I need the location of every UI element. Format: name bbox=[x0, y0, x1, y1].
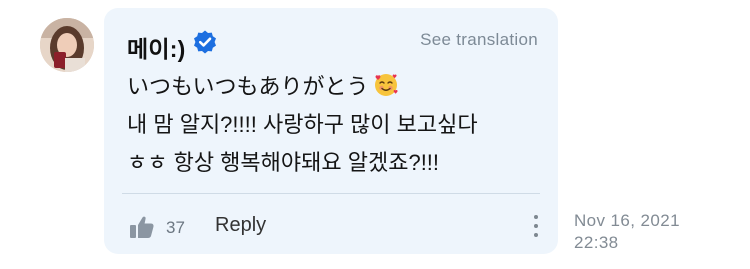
thumbs-up-icon[interactable] bbox=[128, 213, 156, 241]
more-options-icon[interactable] bbox=[530, 212, 542, 242]
comment-line-1: いつもいつもありがとう bbox=[127, 68, 547, 106]
comment-body: いつもいつもありがとう 내 맘 알지?!!!! 사랑하구 많이 보고싶다 ㅎㅎ … bbox=[127, 68, 547, 182]
avatar[interactable] bbox=[40, 18, 94, 72]
see-translation-link[interactable]: See translation bbox=[420, 30, 538, 50]
comment-divider bbox=[122, 193, 540, 194]
comment-line-2: 내 맘 알지?!!!! 사랑하구 많이 보고싶다 bbox=[127, 112, 478, 137]
smiling-face-with-hearts-icon bbox=[374, 74, 398, 96]
comment-timestamp: Nov 16, 2021 22:38 bbox=[574, 210, 680, 254]
comment-line-3: ㅎㅎ 항상 행복해야돼요 알겠죠?!!! bbox=[127, 150, 440, 175]
reply-button[interactable]: Reply bbox=[215, 214, 266, 237]
comment-line-1-text: いつもいつもありがとう bbox=[127, 74, 369, 99]
timestamp-time: 22:38 bbox=[574, 233, 619, 252]
verified-check-icon bbox=[194, 30, 216, 54]
comment-bubble: 메이:) See translation いつもいつもありがとう 내 맘 알지?… bbox=[104, 8, 558, 254]
timestamp-date: Nov 16, 2021 bbox=[574, 211, 680, 230]
comment-author[interactable]: 메이:) bbox=[127, 30, 185, 64]
like-count: 37 bbox=[166, 218, 185, 237]
avatar-photo bbox=[40, 18, 94, 72]
comment-row: 메이:) See translation いつもいつもありがとう 내 맘 알지?… bbox=[0, 0, 750, 269]
